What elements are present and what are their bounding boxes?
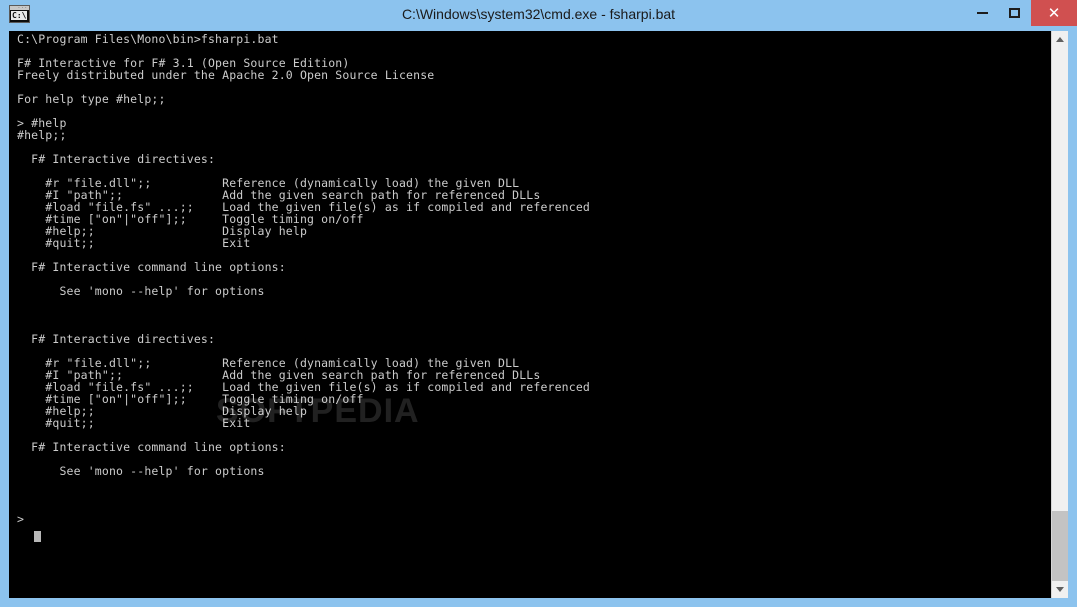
maximize-button[interactable] xyxy=(1000,0,1028,26)
window-title: C:\Windows\system32\cmd.exe - fsharpi.ba… xyxy=(401,6,676,22)
cmd-console-icon[interactable]: ··· C:\ xyxy=(9,5,30,23)
icon-control-dots: ··· xyxy=(17,5,28,10)
title-bar[interactable]: ··· C:\ C:\Windows\system32\cmd.exe - fs… xyxy=(0,0,1077,28)
icon-label: C:\ xyxy=(11,11,28,20)
console-output-area[interactable]: C:\Program Files\Mono\bin>fsharpi.bat F#… xyxy=(9,31,1051,598)
console-text: C:\Program Files\Mono\bin>fsharpi.bat F#… xyxy=(17,32,590,526)
minimize-button[interactable] xyxy=(968,0,996,26)
scroll-down-arrow-icon[interactable] xyxy=(1052,581,1068,598)
text-cursor xyxy=(34,531,41,542)
close-icon: ✕ xyxy=(1047,5,1061,22)
scroll-up-arrow-icon[interactable] xyxy=(1052,31,1068,48)
close-button[interactable]: ✕ xyxy=(1031,0,1077,26)
maximize-icon xyxy=(1000,0,1028,26)
vertical-scrollbar[interactable] xyxy=(1051,31,1068,598)
console-window: ··· C:\ C:\Windows\system32\cmd.exe - fs… xyxy=(0,0,1077,607)
scrollbar-track[interactable] xyxy=(1052,48,1068,598)
minimize-icon xyxy=(968,0,996,26)
